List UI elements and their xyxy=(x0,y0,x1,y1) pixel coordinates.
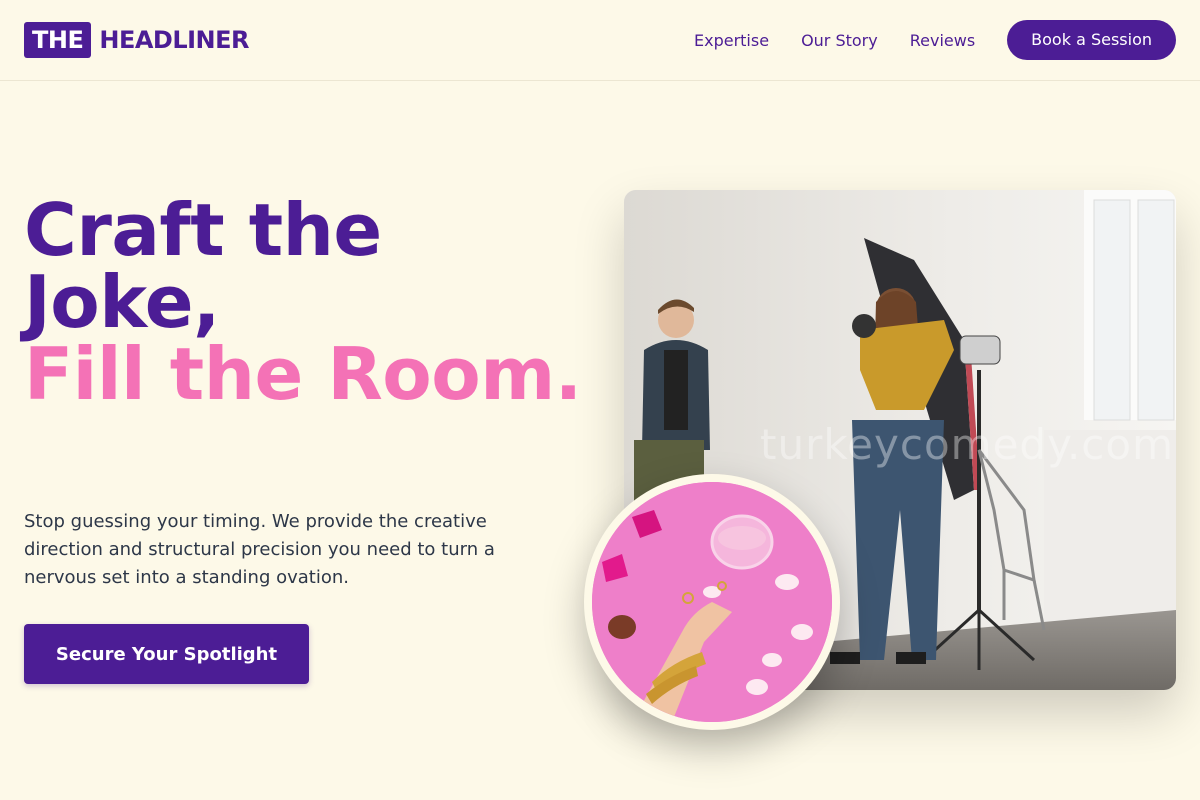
circle-photo-frame xyxy=(584,474,840,730)
secure-spotlight-button[interactable]: Secure Your Spotlight xyxy=(24,624,309,684)
image-watermark: turkeycomedy.com xyxy=(760,420,1174,469)
hero-title-line2: Fill the Room. xyxy=(24,332,582,416)
book-session-button[interactable]: Book a Session xyxy=(1007,20,1176,60)
brand-logo[interactable]: THE HEADLINER xyxy=(24,22,250,58)
nav-link-expertise[interactable]: Expertise xyxy=(694,31,769,50)
nav-link-reviews[interactable]: Reviews xyxy=(910,31,975,50)
hero-title: Craft the Joke, Fill the Room. xyxy=(24,194,584,410)
nav-link-our-story[interactable]: Our Story xyxy=(801,31,878,50)
hero-subtitle: Stop guessing your timing. We provide th… xyxy=(24,511,495,588)
circle-photo xyxy=(592,482,832,722)
main-nav: Expertise Our Story Reviews Book a Sessi… xyxy=(662,20,1176,60)
logo-box: THE xyxy=(24,22,92,58)
logo-text: HEADLINER xyxy=(99,26,250,54)
site-header: THE HEADLINER Expertise Our Story Review… xyxy=(0,0,1200,81)
hero-title-line1: Craft the Joke, xyxy=(24,188,382,344)
